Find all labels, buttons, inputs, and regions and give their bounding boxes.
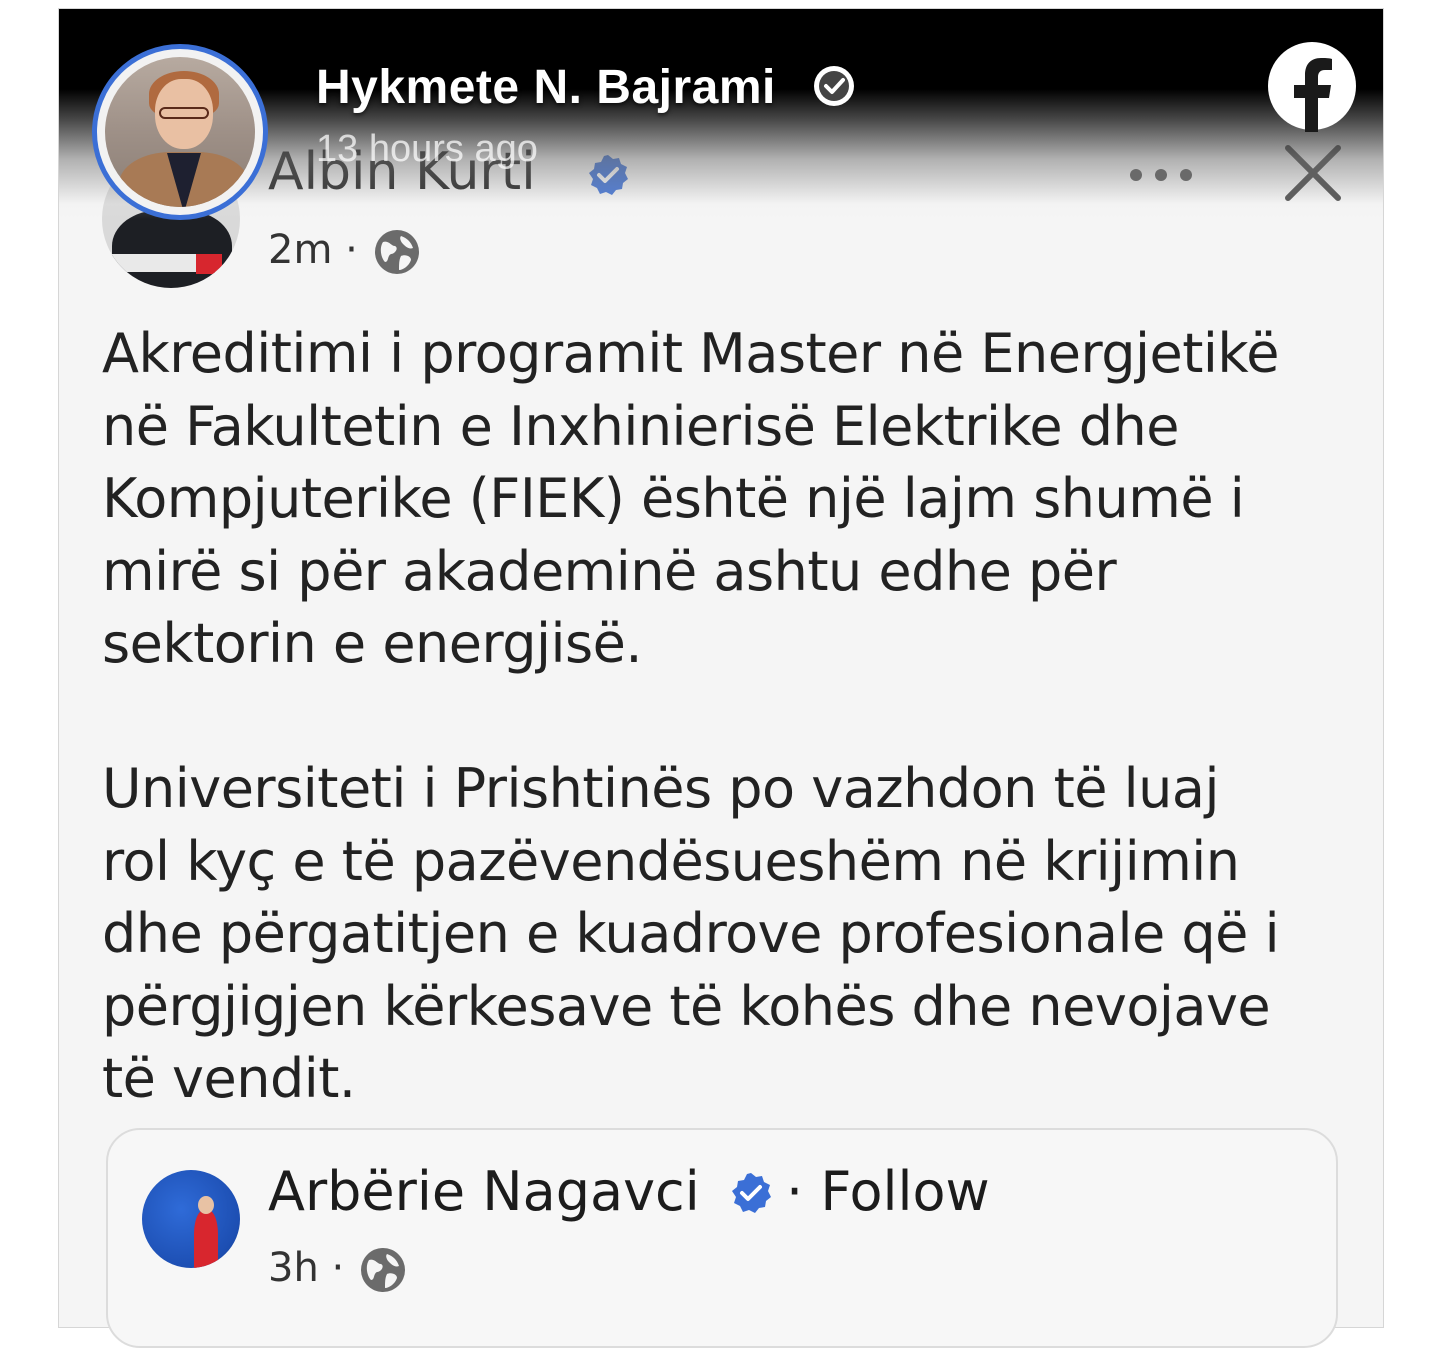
verified-badge-icon xyxy=(589,155,628,195)
shared-author-avatar[interactable] xyxy=(142,1170,240,1268)
post-text-line: në Fakultetin e Inxhinierisë Elektrike d… xyxy=(102,394,1179,458)
follow-button[interactable]: · Follow xyxy=(786,1160,990,1223)
globe-icon xyxy=(374,230,419,274)
post-text-line: Universiteti i Prishtinës po vazhdon të … xyxy=(102,757,1219,820)
post-text-line: mirë si për akademinë ashtu edhe për xyxy=(102,539,1117,603)
shared-post-meta: 3h · xyxy=(268,1244,409,1296)
post-meta: 2m · xyxy=(268,226,423,278)
verified-badge-icon xyxy=(732,1173,771,1213)
shared-post-time: 3h xyxy=(268,1245,319,1291)
more-options-icon[interactable] xyxy=(1126,160,1196,190)
story-author-avatar[interactable] xyxy=(92,44,268,220)
meta-separator: · xyxy=(331,1245,345,1291)
globe-icon xyxy=(360,1248,405,1292)
post-text-line: Akreditimi i programit Master në Energje… xyxy=(102,322,1279,385)
shared-author-name[interactable]: Arbërie Nagavci xyxy=(268,1160,700,1223)
post-text-line: Kompjuterike (FIEK) është një lajm shumë… xyxy=(102,467,1245,530)
post-body: Akreditimi i programit Master në Energje… xyxy=(102,318,1352,1116)
close-icon[interactable] xyxy=(1280,140,1346,206)
post-time: 2m xyxy=(268,227,333,273)
post-text-line: sektorin e energjisë. xyxy=(102,612,643,675)
post-text-line: rol kyç e të pazëvendësueshëm në krijimi… xyxy=(102,829,1240,893)
post-text-line: të vendit. xyxy=(102,1047,356,1110)
facebook-icon[interactable] xyxy=(1266,40,1358,132)
meta-separator: · xyxy=(345,227,358,273)
story-timestamp: 13 hours ago xyxy=(316,128,538,170)
post-text-line: dhe përgatitjen e kuadrove profesionale … xyxy=(102,902,1280,965)
verified-badge-icon xyxy=(814,66,854,106)
story-author-name[interactable]: Hykmete N. Bajrami xyxy=(316,60,776,115)
post-text-line: përgjigjen kërkesave të kohës dhe nevoja… xyxy=(102,974,1271,1038)
